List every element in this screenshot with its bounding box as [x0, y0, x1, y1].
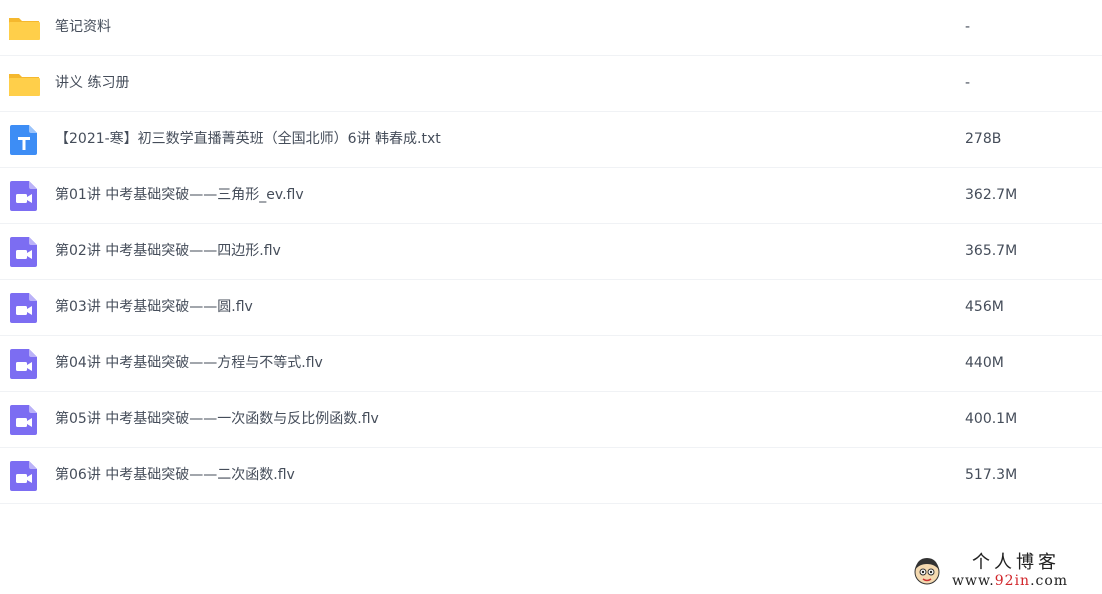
cartoon-face-icon — [912, 556, 942, 586]
video-file-icon — [8, 460, 40, 492]
file-row[interactable]: 第05讲 中考基础突破——一次函数与反比例函数.flv 400.1M — [0, 392, 1102, 448]
video-file-icon — [8, 292, 40, 324]
video-file-icon — [8, 180, 40, 212]
folder-icon — [8, 68, 40, 100]
file-name[interactable]: 第02讲 中考基础突破——四边形.flv — [55, 241, 281, 261]
blog-watermark: 个人博客 www.92in.com — [906, 552, 1098, 592]
file-size: - — [965, 19, 971, 35]
file-row[interactable]: 第02讲 中考基础突破——四边形.flv 365.7M — [0, 224, 1102, 280]
video-file-icon — [8, 404, 40, 436]
file-name[interactable]: 第03讲 中考基础突破——圆.flv — [55, 297, 253, 317]
file-size: 440M — [965, 355, 1004, 371]
file-name[interactable]: 第06讲 中考基础突破——二次函数.flv — [55, 465, 295, 485]
file-size: 362.7M — [965, 187, 1018, 203]
file-name[interactable]: 笔记资料 — [55, 17, 111, 37]
file-size: 517.3M — [965, 467, 1018, 483]
text-file-icon — [8, 124, 40, 156]
file-size: 278B — [965, 131, 1002, 147]
file-row[interactable]: 第01讲 中考基础突破——三角形_ev.flv 362.7M — [0, 168, 1102, 224]
file-size: 400.1M — [965, 411, 1018, 427]
file-size: 365.7M — [965, 243, 1018, 259]
watermark-url-suffix: .com — [1030, 573, 1069, 589]
file-list: 笔记资料 - 讲义 练习册 - 【2021-寒】初三数学直播菁英班（全国北师）6… — [0, 0, 1102, 504]
watermark-url: www.92in.com — [952, 572, 1068, 590]
watermark-url-highlight: 92in — [994, 573, 1031, 589]
file-row[interactable]: 讲义 练习册 - — [0, 56, 1102, 112]
file-name[interactable]: 讲义 练习册 — [55, 73, 129, 93]
file-name[interactable]: 第05讲 中考基础突破——一次函数与反比例函数.flv — [55, 409, 379, 429]
file-name[interactable]: 【2021-寒】初三数学直播菁英班（全国北师）6讲 韩春成.txt — [55, 129, 441, 149]
file-size: 456M — [965, 299, 1004, 315]
file-row[interactable]: 第04讲 中考基础突破——方程与不等式.flv 440M — [0, 336, 1102, 392]
file-row[interactable]: 第03讲 中考基础突破——圆.flv 456M — [0, 280, 1102, 336]
video-file-icon — [8, 348, 40, 380]
file-name[interactable]: 第01讲 中考基础突破——三角形_ev.flv — [55, 185, 304, 205]
video-file-icon — [8, 236, 40, 268]
watermark-title: 个人博客 — [972, 552, 1060, 573]
folder-icon — [8, 12, 40, 44]
file-row[interactable]: 【2021-寒】初三数学直播菁英班（全国北师）6讲 韩春成.txt 278B — [0, 112, 1102, 168]
file-row[interactable]: 笔记资料 - — [0, 0, 1102, 56]
file-row[interactable]: 第06讲 中考基础突破——二次函数.flv 517.3M — [0, 448, 1102, 504]
file-name[interactable]: 第04讲 中考基础突破——方程与不等式.flv — [55, 353, 323, 373]
file-size: - — [965, 75, 971, 91]
watermark-url-prefix: www. — [952, 573, 995, 589]
